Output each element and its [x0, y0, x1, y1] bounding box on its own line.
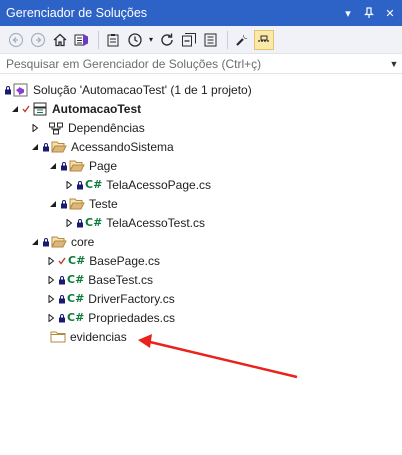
folder-acessandosistema-label: AcessandoSistema [71, 139, 174, 154]
csharp-file-icon: C# [67, 311, 85, 324]
folder-open-icon [51, 139, 67, 155]
folder-open-icon [51, 234, 67, 250]
folder-page-label: Page [89, 158, 118, 173]
file-driverfactory-label: DriverFactory.cs [88, 291, 175, 306]
close-icon[interactable]: ✕ [381, 4, 399, 22]
csharp-file-icon: C# [68, 254, 86, 267]
lock-icon [58, 275, 66, 285]
tree-item-file-basetest[interactable]: C# BaseTest.cs [46, 270, 153, 289]
tree-item-project[interactable]: AutomacaoTest [10, 99, 141, 118]
project-icon [32, 101, 48, 117]
toolbar-separator [227, 30, 228, 49]
history-icon[interactable] [125, 30, 145, 50]
tree-item-folder-evidencias[interactable]: evidencias [50, 327, 127, 346]
solution-label: Solução 'AutomacaoTest' (1 de 1 projeto) [33, 82, 252, 97]
tree-item-file-telaacessotest[interactable]: C# TelaAcessoTest.cs [64, 213, 205, 232]
lock-icon [76, 218, 84, 228]
pending-changes-icon[interactable] [103, 30, 123, 50]
expanded-triangle-icon[interactable] [48, 199, 58, 209]
tree-item-file-basepage[interactable]: C# BasePage.cs [46, 251, 160, 270]
tree-item-file-propriedades[interactable]: C# Propriedades.cs [46, 308, 175, 327]
refresh-icon[interactable] [157, 30, 177, 50]
lock-icon [60, 199, 68, 209]
vs-switch-icon[interactable] [72, 30, 92, 50]
home-icon[interactable] [50, 30, 70, 50]
tree-item-folder-teste[interactable]: Teste [48, 194, 118, 213]
title-bar: Gerenciador de Soluções ▾ ✕ [0, 0, 402, 26]
lock-icon [76, 180, 84, 190]
collapse-all-icon[interactable] [179, 30, 199, 50]
search-bar[interactable]: Pesquisar em Gerenciador de Soluções (Ct… [0, 54, 402, 74]
folder-closed-icon [50, 329, 66, 345]
tree-item-folder-acessandosistema[interactable]: AcessandoSistema [30, 137, 174, 156]
back-icon[interactable] [6, 30, 26, 50]
csharp-file-icon: C# [85, 178, 103, 191]
tree-item-dependencies[interactable]: Dependências [30, 118, 145, 137]
lock-icon [58, 294, 66, 304]
collapsed-triangle-icon[interactable] [46, 294, 56, 304]
tree-item-solution[interactable]: Solução 'AutomacaoTest' (1 de 1 projeto) [4, 80, 252, 99]
collapsed-triangle-icon[interactable] [46, 313, 56, 323]
file-telaacessopage-label: TelaAcessoPage.cs [106, 177, 212, 192]
forward-icon[interactable] [28, 30, 48, 50]
lock-icon [42, 142, 50, 152]
collapsed-triangle-icon[interactable] [64, 180, 74, 190]
tree-item-file-driverfactory[interactable]: C# DriverFactory.cs [46, 289, 175, 308]
checkmark-icon [58, 256, 66, 266]
tree-item-file-telaacessopage[interactable]: C# TelaAcessoPage.cs [64, 175, 211, 194]
lock-icon [42, 237, 50, 247]
history-dropdown-icon[interactable]: ▾ [147, 30, 155, 50]
lock-icon [58, 313, 66, 323]
expanded-triangle-icon[interactable] [48, 161, 58, 171]
folder-open-icon [69, 196, 85, 212]
toolbar: ▾ [0, 26, 402, 54]
folder-open-icon [69, 158, 85, 174]
project-label: AutomacaoTest [52, 101, 142, 116]
window-title: Gerenciador de Soluções [6, 6, 148, 20]
collapsed-triangle-icon[interactable] [46, 275, 56, 285]
csharp-file-icon: C# [67, 292, 85, 305]
file-basepage-label: BasePage.cs [89, 253, 161, 268]
dropdown-icon[interactable]: ▾ [339, 4, 357, 22]
tree-item-folder-page[interactable]: Page [48, 156, 117, 175]
lock-icon [4, 85, 12, 95]
pin-icon[interactable] [360, 4, 378, 22]
show-all-files-icon[interactable] [201, 30, 221, 50]
file-telaacessotest-label: TelaAcessoTest.cs [106, 215, 206, 230]
lock-icon [60, 161, 68, 171]
collapsed-triangle-icon[interactable] [46, 256, 56, 266]
csharp-file-icon: C# [67, 273, 85, 286]
collapsed-triangle-icon[interactable] [64, 218, 74, 228]
folder-evidencias-label: evidencias [70, 329, 127, 344]
tree-item-folder-core[interactable]: core [30, 232, 94, 251]
search-input[interactable]: Pesquisar em Gerenciador de Soluções (Ct… [6, 57, 386, 71]
csharp-file-icon: C# [85, 216, 103, 229]
folder-core-label: core [71, 234, 95, 249]
folder-teste-label: Teste [89, 196, 118, 211]
search-options-dropdown-icon[interactable]: ▼ [386, 59, 402, 69]
file-basetest-label: BaseTest.cs [88, 272, 153, 287]
expanded-triangle-icon[interactable] [30, 142, 40, 152]
preview-selected-icon[interactable] [254, 29, 274, 50]
toolbar-separator [98, 30, 99, 49]
dependencies-icon [48, 120, 64, 136]
file-propriedades-label: Propriedades.cs [88, 310, 176, 325]
expanded-triangle-icon[interactable] [10, 104, 20, 114]
collapsed-triangle-icon[interactable] [30, 123, 40, 133]
expanded-triangle-icon[interactable] [30, 237, 40, 247]
solution-icon [13, 82, 29, 98]
dependencies-label: Dependências [68, 120, 145, 135]
checkmark-icon [22, 104, 30, 114]
properties-icon[interactable] [232, 30, 252, 50]
